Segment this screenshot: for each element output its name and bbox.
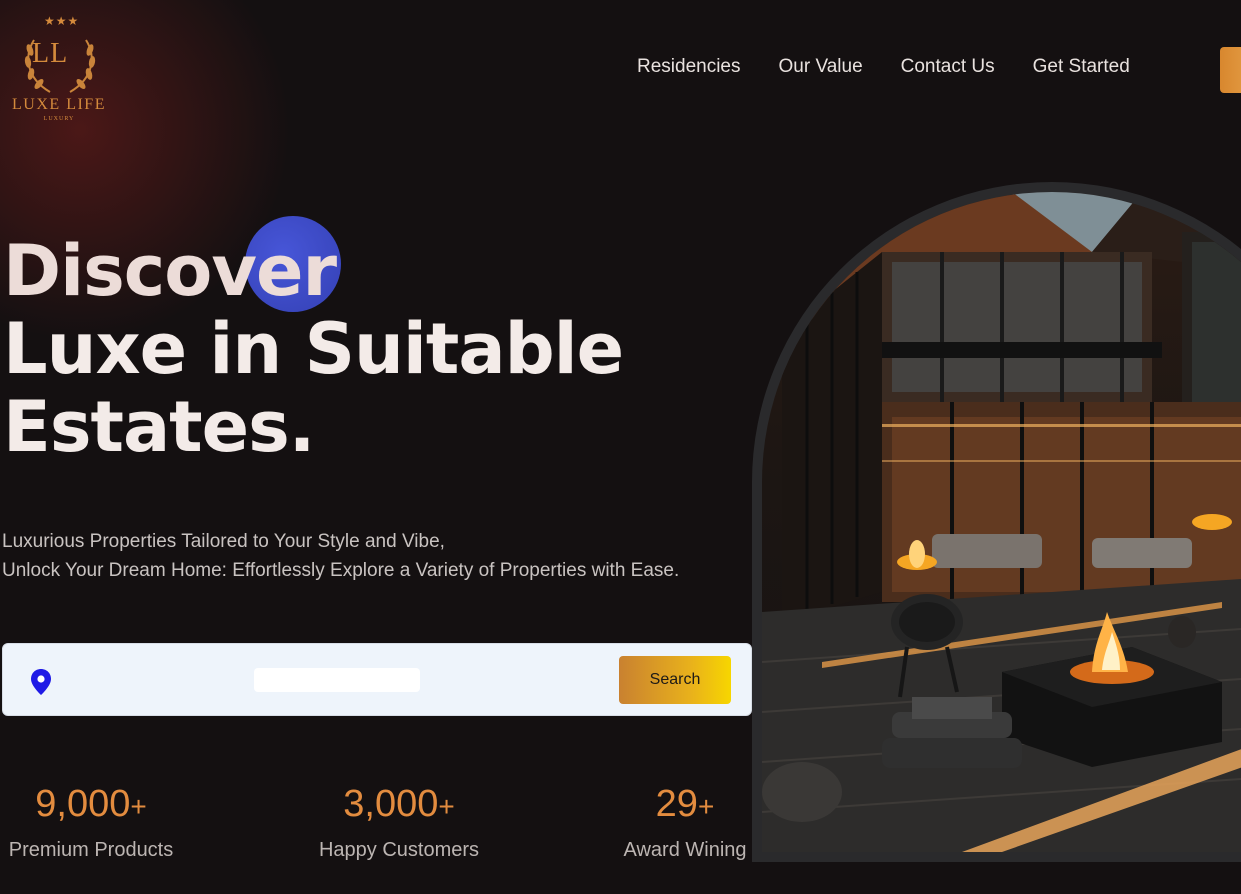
hero-property-image	[762, 192, 1241, 852]
nav-link-get-started[interactable]: Get Started	[1033, 56, 1130, 78]
search-button[interactable]: Search	[619, 656, 731, 704]
stat-label: Premium Products	[8, 839, 174, 861]
stat-label: Happy Customers	[318, 839, 480, 861]
hero-description-line-2: Unlock Your Dream Home: Effortlessly Exp…	[2, 560, 680, 581]
hero-title-line-3: Estates.	[3, 386, 315, 468]
logo-monogram: LL	[32, 38, 69, 69]
hero-description-line-1: Luxurious Properties Tailored to Your St…	[2, 531, 445, 552]
brand-logo[interactable]: ★★★ LL LUXE LIFE LUXURY	[2, 12, 116, 126]
stat-label: Award Wining	[623, 839, 747, 861]
logo-stars: ★★★	[44, 14, 80, 28]
stat-premium-products: 9,000+ Premium Products	[2, 784, 180, 862]
nav-link-residencies[interactable]: Residencies	[637, 56, 741, 78]
hero-description: Luxurious Properties Tailored to Your St…	[2, 527, 679, 585]
stat-value: 3,000+	[343, 783, 455, 825]
hero-title: Discover Luxe in Suitable Estates.	[3, 230, 624, 468]
search-input[interactable]	[254, 668, 420, 692]
nav-link-contact-us[interactable]: Contact Us	[901, 56, 995, 78]
hero-title-line-1: Discover	[3, 230, 337, 312]
top-nav: Residencies Our Value Contact Us Get Sta…	[637, 56, 1130, 78]
location-pin-icon	[31, 669, 51, 695]
logo-name: LUXE LIFE	[12, 96, 106, 113]
stat-value: 29+	[655, 783, 715, 825]
logo-tagline: LUXURY	[43, 116, 75, 122]
stat-happy-customers: 3,000+ Happy Customers	[311, 784, 487, 862]
nav-cta-button[interactable]	[1220, 47, 1241, 93]
stat-award-wining: 29+ Award Wining	[617, 784, 753, 862]
hero-title-line-2: Luxe in Suitable	[3, 308, 624, 390]
stat-value: 9,000+	[35, 783, 147, 825]
search-bar: Search	[2, 643, 752, 716]
nav-link-our-value[interactable]: Our Value	[779, 56, 863, 78]
luxury-house-illustration	[762, 192, 1241, 852]
landing-page: ★★★ LL LUXE LIFE LUXURY Residencies Our …	[0, 0, 1241, 894]
